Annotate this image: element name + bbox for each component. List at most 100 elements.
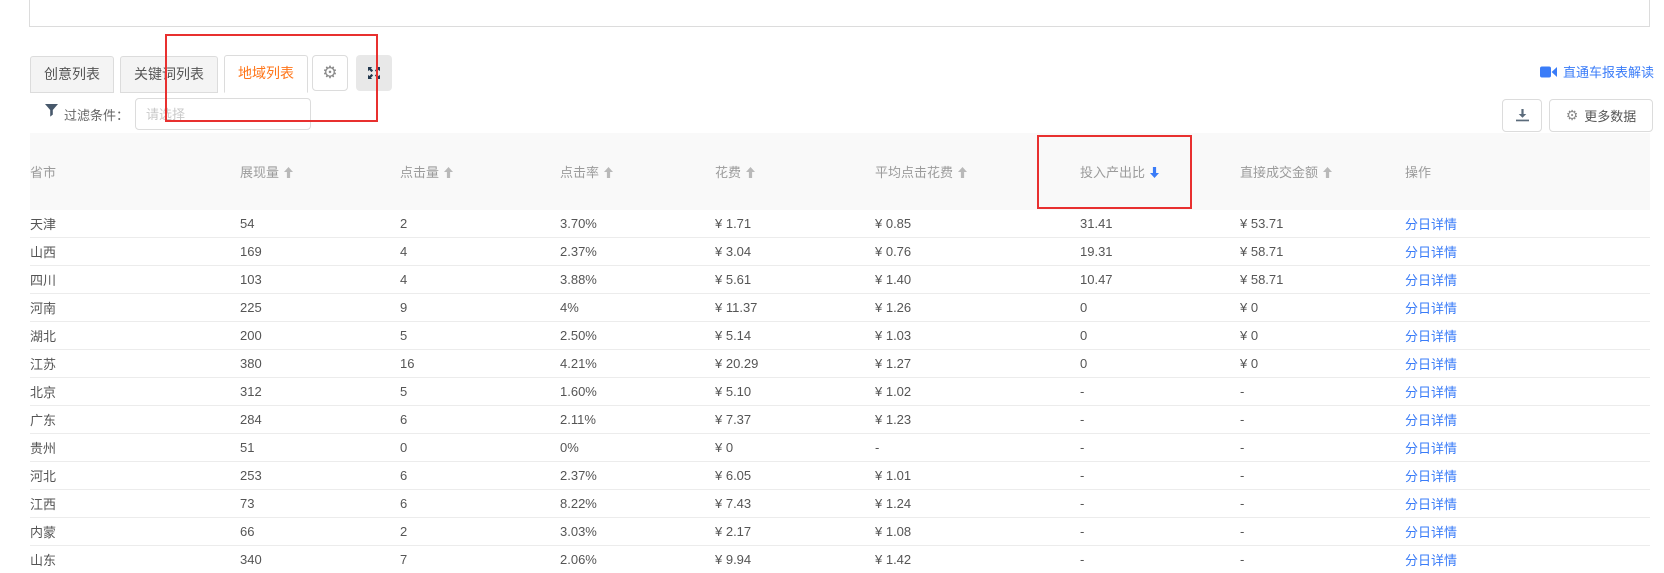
daily-detail-link[interactable]: 分日详情 bbox=[1405, 385, 1457, 400]
cell-avg_click_cost: ¥ 1.01 bbox=[875, 462, 1080, 490]
cell-impressions: 54 bbox=[240, 210, 400, 238]
sort-down-icon bbox=[1150, 167, 1159, 178]
daily-detail-link[interactable]: 分日详情 bbox=[1405, 301, 1457, 316]
cell-avg_click_cost: ¥ 0.76 bbox=[875, 238, 1080, 266]
filter-select-input[interactable] bbox=[135, 98, 311, 130]
cell-action: 分日详情 bbox=[1405, 266, 1650, 294]
cell-impressions: 312 bbox=[240, 378, 400, 406]
col-header-ctr[interactable]: 点击率 bbox=[560, 133, 715, 210]
col-header-label: 操作 bbox=[1405, 165, 1431, 180]
cell-cost: ¥ 7.43 bbox=[715, 490, 875, 518]
report-tab-strip: 创意列表 关键词列表 地域列表 bbox=[30, 55, 314, 93]
gear-icon: ⚙ bbox=[1566, 109, 1579, 123]
cell-action: 分日详情 bbox=[1405, 518, 1650, 546]
cell-impressions: 253 bbox=[240, 462, 400, 490]
cell-direct_amount: - bbox=[1240, 462, 1405, 490]
col-header-avg_click_cost[interactable]: 平均点击花费 bbox=[875, 133, 1080, 210]
col-header-label: 省市 bbox=[30, 165, 56, 180]
daily-detail-link[interactable]: 分日详情 bbox=[1405, 217, 1457, 232]
cell-clicks: 6 bbox=[400, 490, 560, 518]
cell-direct_amount: ¥ 53.71 bbox=[1240, 210, 1405, 238]
col-header-cost[interactable]: 花费 bbox=[715, 133, 875, 210]
cell-action: 分日详情 bbox=[1405, 294, 1650, 322]
sort-up-icon bbox=[444, 167, 453, 178]
col-header-label: 点击率 bbox=[560, 165, 599, 180]
daily-detail-link[interactable]: 分日详情 bbox=[1405, 413, 1457, 428]
cell-direct_amount: ¥ 0 bbox=[1240, 350, 1405, 378]
download-button[interactable] bbox=[1502, 99, 1542, 132]
cell-direct_amount: - bbox=[1240, 518, 1405, 546]
cell-action: 分日详情 bbox=[1405, 546, 1650, 573]
cell-roi: 31.41 bbox=[1080, 210, 1240, 238]
table-row: 河北25362.37%¥ 6.05¥ 1.01--分日详情 bbox=[30, 462, 1650, 490]
daily-detail-link[interactable]: 分日详情 bbox=[1405, 441, 1457, 456]
table-row: 山东34072.06%¥ 9.94¥ 1.42--分日详情 bbox=[30, 546, 1650, 573]
gear-icon: ⚙ bbox=[322, 65, 337, 82]
daily-detail-link[interactable]: 分日详情 bbox=[1405, 245, 1457, 260]
video-icon bbox=[1540, 66, 1557, 78]
cell-clicks: 6 bbox=[400, 406, 560, 434]
cell-ctr: 2.37% bbox=[560, 462, 715, 490]
cell-ctr: 3.88% bbox=[560, 266, 715, 294]
cell-roi: - bbox=[1080, 378, 1240, 406]
cell-avg_click_cost: ¥ 1.27 bbox=[875, 350, 1080, 378]
cell-ctr: 4% bbox=[560, 294, 715, 322]
cell-cost: ¥ 3.04 bbox=[715, 238, 875, 266]
daily-detail-link[interactable]: 分日详情 bbox=[1405, 525, 1457, 540]
cell-roi: - bbox=[1080, 462, 1240, 490]
table-row: 湖北20052.50%¥ 5.14¥ 1.030¥ 0分日详情 bbox=[30, 322, 1650, 350]
cell-cost: ¥ 7.37 bbox=[715, 406, 875, 434]
col-header-clicks[interactable]: 点击量 bbox=[400, 133, 560, 210]
cell-avg_click_cost: ¥ 0.85 bbox=[875, 210, 1080, 238]
cell-roi: 0 bbox=[1080, 350, 1240, 378]
column-settings-button[interactable]: ⚙ bbox=[312, 55, 348, 91]
cell-clicks: 4 bbox=[400, 238, 560, 266]
daily-detail-link[interactable]: 分日详情 bbox=[1405, 273, 1457, 288]
cell-clicks: 2 bbox=[400, 210, 560, 238]
cell-direct_amount: ¥ 58.71 bbox=[1240, 266, 1405, 294]
cell-impressions: 51 bbox=[240, 434, 400, 462]
col-header-direct_amount[interactable]: 直接成交金额 bbox=[1240, 133, 1405, 210]
cell-impressions: 169 bbox=[240, 238, 400, 266]
cell-clicks: 5 bbox=[400, 378, 560, 406]
daily-detail-link[interactable]: 分日详情 bbox=[1405, 553, 1457, 568]
daily-detail-link[interactable]: 分日详情 bbox=[1405, 469, 1457, 484]
cell-province: 天津 bbox=[30, 210, 240, 238]
cell-avg_click_cost: ¥ 1.24 bbox=[875, 490, 1080, 518]
col-header-impressions[interactable]: 展现量 bbox=[240, 133, 400, 210]
cell-clicks: 9 bbox=[400, 294, 560, 322]
top-partial-panel bbox=[29, 0, 1650, 27]
tab-region-list[interactable]: 地域列表 bbox=[224, 55, 308, 93]
tab-keyword-list[interactable]: 关键词列表 bbox=[120, 56, 218, 93]
table-row: 贵州5100%¥ 0---分日详情 bbox=[30, 434, 1650, 462]
daily-detail-link[interactable]: 分日详情 bbox=[1405, 357, 1457, 372]
cell-clicks: 0 bbox=[400, 434, 560, 462]
fullscreen-button[interactable] bbox=[356, 55, 392, 91]
cell-cost: ¥ 1.71 bbox=[715, 210, 875, 238]
cell-avg_click_cost: ¥ 1.42 bbox=[875, 546, 1080, 573]
table-body: 天津5423.70%¥ 1.71¥ 0.8531.41¥ 53.71分日详情山西… bbox=[30, 210, 1650, 573]
daily-detail-link[interactable]: 分日详情 bbox=[1405, 329, 1457, 344]
sort-up-icon bbox=[604, 167, 613, 178]
cell-avg_click_cost: - bbox=[875, 434, 1080, 462]
cell-roi: 19.31 bbox=[1080, 238, 1240, 266]
report-explain-link[interactable]: 直通车报表解读 bbox=[1540, 62, 1654, 81]
cell-impressions: 73 bbox=[240, 490, 400, 518]
cell-province: 江苏 bbox=[30, 350, 240, 378]
table-row: 四川10343.88%¥ 5.61¥ 1.4010.47¥ 58.71分日详情 bbox=[30, 266, 1650, 294]
col-header-label: 投入产出比 bbox=[1080, 165, 1145, 180]
more-data-button[interactable]: ⚙ 更多数据 bbox=[1549, 99, 1653, 132]
filter-funnel-icon bbox=[45, 104, 58, 117]
cell-avg_click_cost: ¥ 1.40 bbox=[875, 266, 1080, 294]
cell-cost: ¥ 11.37 bbox=[715, 294, 875, 322]
cell-cost: ¥ 9.94 bbox=[715, 546, 875, 573]
cell-ctr: 2.37% bbox=[560, 238, 715, 266]
cell-impressions: 380 bbox=[240, 350, 400, 378]
col-header-label: 平均点击花费 bbox=[875, 165, 953, 180]
tab-creative-list[interactable]: 创意列表 bbox=[30, 56, 114, 93]
cell-ctr: 1.60% bbox=[560, 378, 715, 406]
cell-action: 分日详情 bbox=[1405, 462, 1650, 490]
cell-clicks: 4 bbox=[400, 266, 560, 294]
col-header-roi[interactable]: 投入产出比 bbox=[1080, 133, 1240, 210]
daily-detail-link[interactable]: 分日详情 bbox=[1405, 497, 1457, 512]
